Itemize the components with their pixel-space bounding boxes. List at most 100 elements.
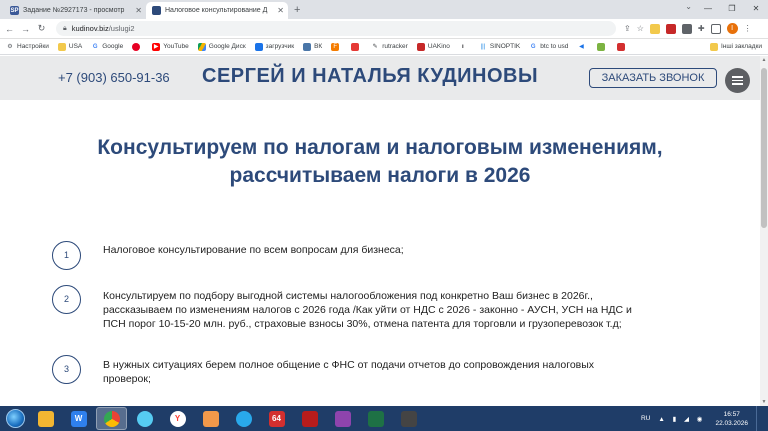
- taskbar-yandex[interactable]: Y: [162, 407, 193, 430]
- hamburger-menu-icon[interactable]: [725, 68, 750, 93]
- reload-icon[interactable]: ↻: [35, 23, 48, 34]
- bookmark-usa[interactable]: USA: [57, 42, 82, 51]
- star-icon[interactable]: ☆: [637, 24, 644, 33]
- taskbar-winrar[interactable]: [327, 407, 358, 430]
- bookmark-uakino[interactable]: UAKino: [416, 42, 450, 51]
- extension-red-icon[interactable]: [665, 23, 676, 34]
- bookmark-google[interactable]: G Google: [91, 43, 123, 51]
- page-scrollbar[interactable]: ▲ ▼: [760, 56, 768, 406]
- back-icon[interactable]: ←: [3, 24, 16, 34]
- bookmark-sinoptik[interactable]: ||| SINOPTIK: [479, 43, 521, 51]
- rutracker-icon: ✎: [372, 43, 378, 50]
- folder-icon: [57, 42, 66, 51]
- taskbar-media[interactable]: [195, 407, 226, 430]
- new-tab-button[interactable]: +: [294, 2, 300, 19]
- telegram-icon: [235, 410, 252, 427]
- other-bookmarks[interactable]: Інші закладки: [709, 42, 762, 51]
- bookmark-grid[interactable]: [351, 42, 362, 51]
- tab-nalog[interactable]: Налоговое консультирование Д ✕: [146, 2, 288, 19]
- site-brand[interactable]: СЕРГЕЙ И НАТАЛЬЯ КУДИНОВЫ: [202, 65, 538, 88]
- taskbar-chrome[interactable]: [96, 407, 127, 430]
- phone-number[interactable]: +7 (903) 650-91-36: [58, 70, 170, 85]
- taskbar-wise[interactable]: W: [63, 407, 94, 430]
- bookmark-downloader[interactable]: загрузчик: [254, 42, 294, 51]
- maximize-icon[interactable]: ❐: [720, 0, 744, 19]
- taskbar-network[interactable]: [129, 407, 160, 430]
- google-icon: G: [92, 43, 98, 50]
- bookmark-arrow[interactable]: ◀: [577, 43, 588, 51]
- address-bar-actions: ⇪ ☆ ✚ I ⋮: [624, 23, 752, 34]
- extension-shield-icon[interactable]: [649, 23, 660, 34]
- lock-icon[interactable]: 🔒︎: [63, 25, 67, 33]
- tab-task[interactable]: SP Задание №2927173 - просмотр ✕: [4, 2, 146, 19]
- site-header: +7 (903) 650-91-36 СЕРГЕЙ И НАТАЛЬЯ КУДИ…: [0, 56, 760, 100]
- taskbar-excel[interactable]: [360, 407, 391, 430]
- close-window-icon[interactable]: ✕: [744, 0, 768, 19]
- bookmark-red[interactable]: [617, 42, 628, 51]
- profile-avatar[interactable]: I: [726, 23, 738, 34]
- tab-title: Задание №2927173 - просмотр: [23, 7, 125, 14]
- download-icon: [254, 42, 263, 51]
- scroll-down-icon[interactable]: ▼: [760, 399, 768, 405]
- close-tab-icon[interactable]: ✕: [277, 6, 284, 15]
- network-icon: [136, 410, 153, 427]
- filezilla-icon: [301, 410, 318, 427]
- item-text: В нужных ситуациях берем полное общение …: [103, 359, 595, 385]
- sidebar-icon[interactable]: [710, 23, 721, 34]
- address-bar-row: ← → ↻ 🔒︎ kudinov.biz/uslugi2 ⇪ ☆ ✚ I ⋮: [0, 19, 768, 39]
- bookmark-mark[interactable]: ı: [459, 43, 470, 51]
- scrollbar-thumb[interactable]: [761, 68, 767, 228]
- bookmark-d[interactable]: [597, 42, 608, 51]
- bookmark-f[interactable]: F: [331, 42, 342, 51]
- bookmark-youtube[interactable]: ▶ YouTube: [152, 42, 189, 51]
- uakino-icon: [416, 42, 425, 51]
- explorer-icon: [37, 410, 54, 427]
- forward-icon[interactable]: →: [19, 24, 32, 34]
- window-controls: — ❐ ✕: [696, 0, 768, 19]
- clock-date: 22.03.2026: [715, 419, 748, 427]
- bookmark-vk[interactable]: ВК: [303, 42, 322, 51]
- bookmarks-bar: ⚙ Настройки USA G Google ▶ YouTube Google Д…: [0, 39, 768, 55]
- windows-taskbar: W Y 64 RU ▲ ▮ ◢ ◉ 16:57 22.03.2026: [0, 406, 768, 431]
- extensions-puzzle-icon[interactable]: ✚: [698, 24, 705, 33]
- close-tab-icon[interactable]: ✕: [135, 6, 142, 15]
- taskbar-filezilla[interactable]: [294, 407, 325, 430]
- url-domain: kudinov.biz: [71, 24, 109, 33]
- vk-icon: [303, 42, 312, 51]
- url-path: /uslugi2: [108, 24, 135, 33]
- extension-gray-icon[interactable]: [681, 23, 692, 34]
- scroll-up-icon[interactable]: ▲: [760, 57, 768, 63]
- site-favicon-icon: [152, 6, 161, 15]
- tab-search-icon[interactable]: ⌄: [685, 2, 692, 11]
- bookmark-google-drive[interactable]: Google Диск: [197, 42, 246, 51]
- minimize-icon[interactable]: —: [696, 0, 720, 19]
- show-desktop-button[interactable]: [756, 406, 768, 431]
- taskbar-explorer[interactable]: [30, 407, 61, 430]
- order-call-button[interactable]: ЗАКАЗАТЬ ЗВОНОК: [589, 68, 717, 88]
- language-indicator[interactable]: RU: [641, 415, 650, 422]
- grid-icon: [351, 42, 360, 51]
- tray-icons[interactable]: ▲ ▮ ◢ ◉: [658, 415, 705, 423]
- sinoptik-icon: |||: [480, 43, 486, 50]
- clock[interactable]: 16:57 22.03.2026: [715, 410, 748, 428]
- bookmark-settings[interactable]: ⚙ Настройки: [6, 43, 49, 51]
- bookmark-rutracker[interactable]: ✎ rutracker: [371, 43, 408, 51]
- aida-icon: 64: [268, 410, 285, 427]
- bookmark-btc[interactable]: Gbtc to usd: [529, 43, 569, 51]
- google-icon: G: [530, 43, 536, 50]
- sp-favicon-icon: SP: [10, 6, 19, 15]
- excel-icon: [367, 410, 384, 427]
- f-icon: F: [331, 42, 340, 51]
- url-field[interactable]: 🔒︎ kudinov.biz/uslugi2: [56, 21, 616, 36]
- mark-icon: ı: [462, 43, 464, 50]
- menu-dots-icon[interactable]: ⋮: [744, 24, 752, 33]
- clock-time: 16:57: [723, 410, 740, 418]
- taskbar-app[interactable]: [393, 407, 424, 430]
- bookmark-pinterest[interactable]: [132, 42, 143, 51]
- yandex-icon: Y: [169, 410, 186, 427]
- taskbar-aida[interactable]: 64: [261, 407, 292, 430]
- start-button[interactable]: [0, 406, 30, 431]
- folder-icon: [709, 42, 718, 51]
- share-icon[interactable]: ⇪: [624, 24, 631, 33]
- taskbar-telegram[interactable]: [228, 407, 259, 430]
